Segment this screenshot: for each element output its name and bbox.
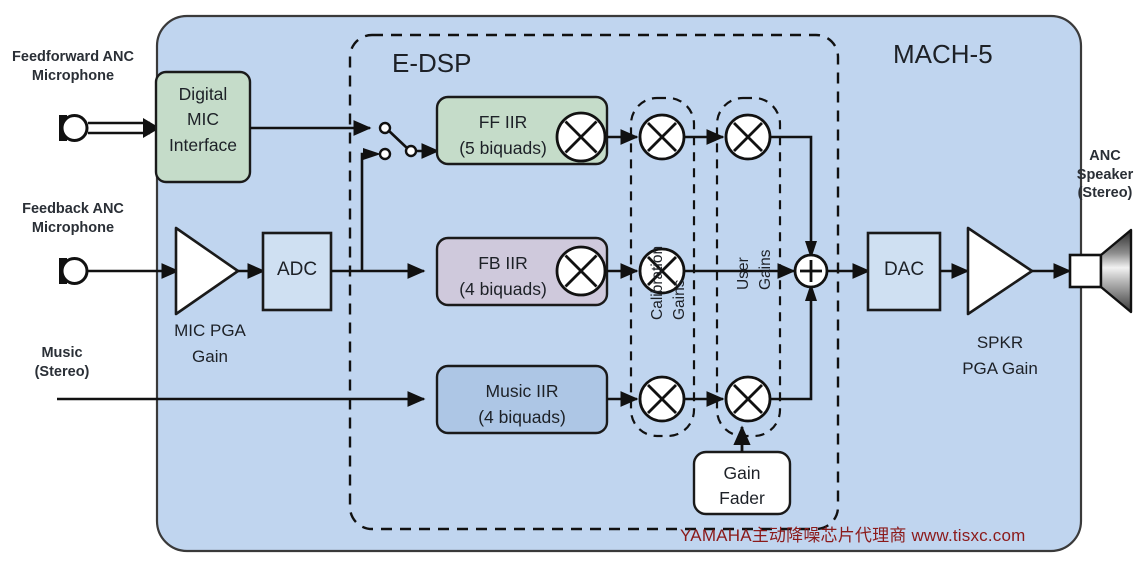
summing-node [793,253,829,289]
gain-fader-block [692,450,792,516]
music-iir-block [435,364,609,435]
adc-block [261,231,333,312]
feedforward-mic-icon [59,114,89,142]
fb-iir-gain-multiplier[interactable] [555,245,607,297]
anc-block-diagram: Feedforward ANC Microphone Feedback ANC … [0,0,1146,563]
calibration-gain-multiplier-ff[interactable] [638,113,686,161]
calibration-gain-multiplier-music[interactable] [638,375,686,423]
digital-mic-interface-block [154,70,252,184]
feedback-mic-icon [59,257,89,285]
ff-iir-gain-multiplier[interactable] [555,111,607,163]
dac-block [866,231,942,312]
user-gain-multiplier-music[interactable] [724,375,772,423]
calibration-gain-multiplier-fb[interactable] [638,247,686,295]
diagram-canvas [57,14,1133,553]
user-gain-multiplier-ff[interactable] [724,113,772,161]
